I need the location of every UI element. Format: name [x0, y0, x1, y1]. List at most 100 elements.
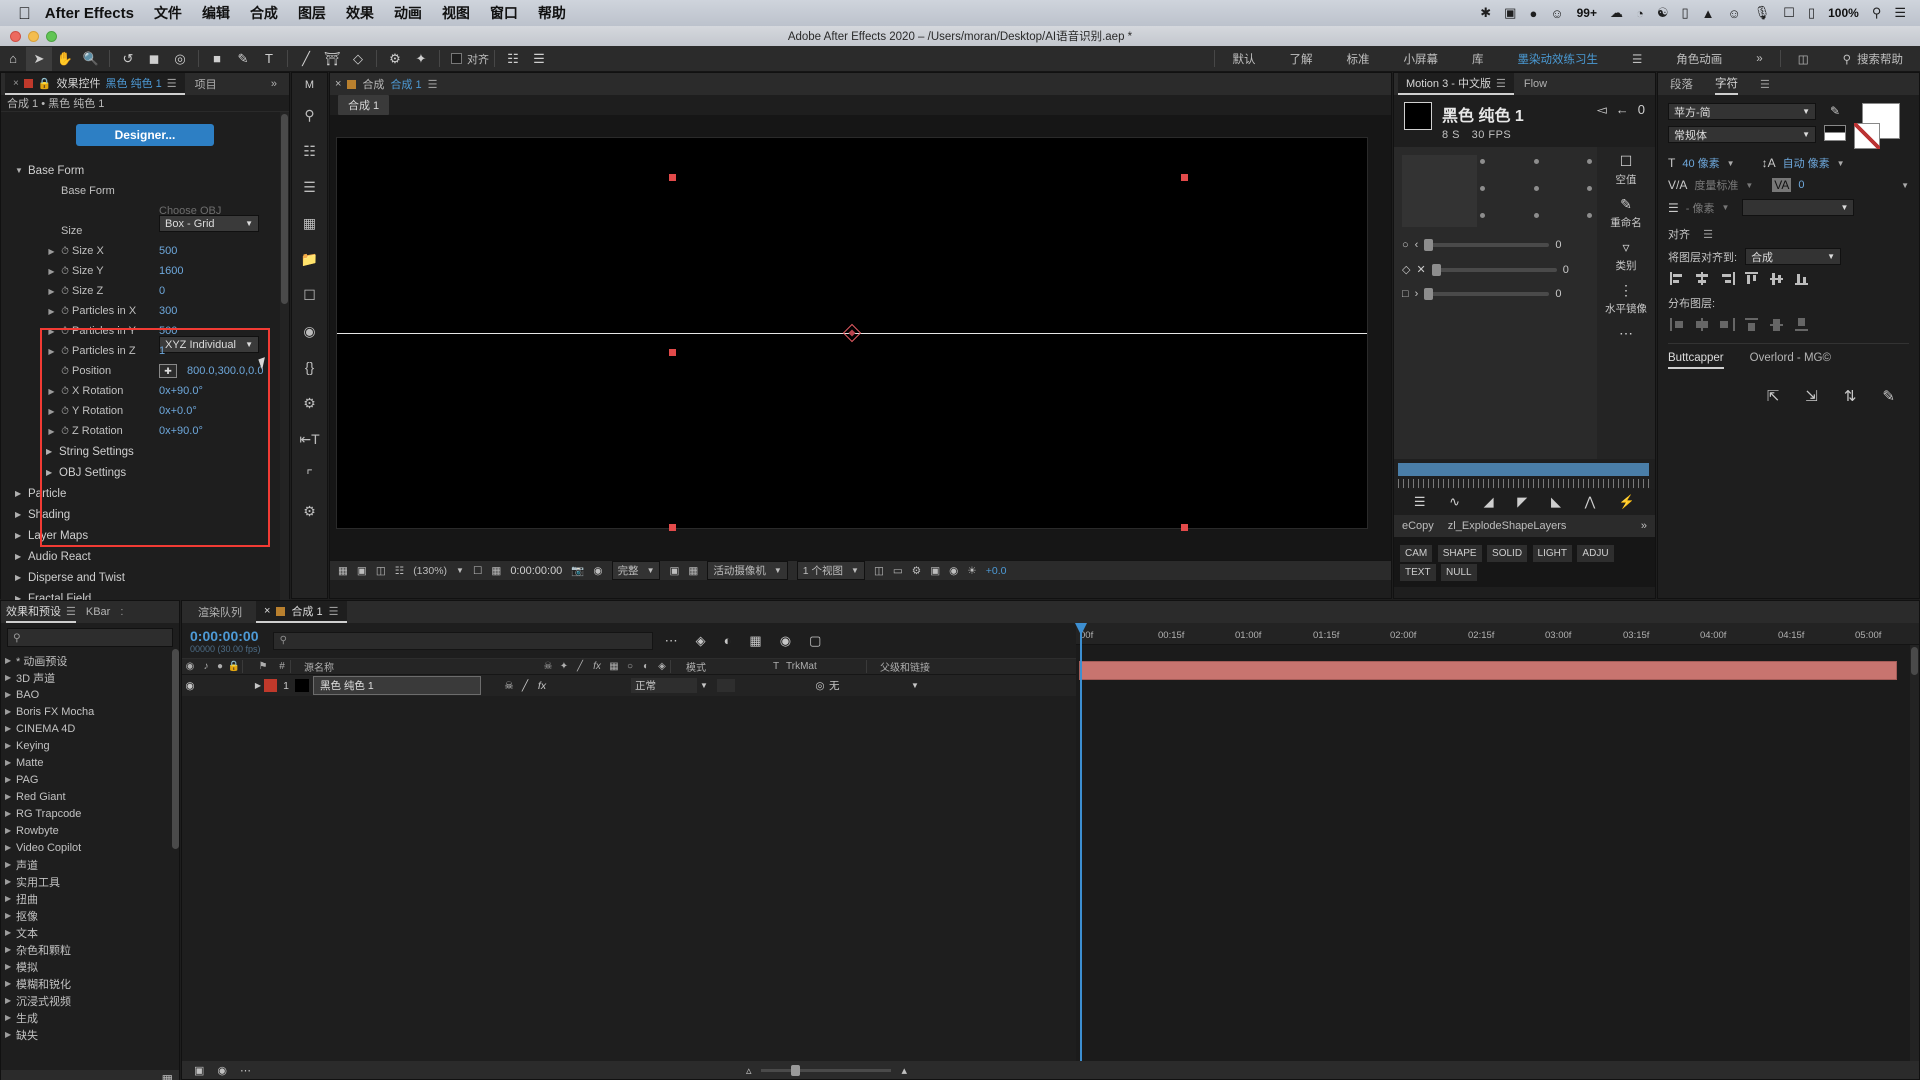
- list-item[interactable]: ▶ 沉浸式视频: [1, 992, 179, 1009]
- panel-menu-icon[interactable]: ☰: [1760, 78, 1770, 91]
- eye-icon[interactable]: ◉: [292, 313, 327, 349]
- clone-stamp-icon[interactable]: ⛩: [319, 47, 345, 71]
- param-row[interactable]: ▶ ⏱ Y Rotation 0x+0.0°: [1, 401, 289, 421]
- chevron-right-icon[interactable]: ▶: [5, 945, 16, 954]
- renderer-icon[interactable]: ▣: [930, 565, 940, 577]
- chevron-right-icon[interactable]: ▶: [5, 656, 16, 665]
- zoom-in-icon[interactable]: ▴: [901, 1064, 907, 1077]
- 3d-view-icon[interactable]: ◉: [949, 565, 958, 577]
- list-item[interactable]: ▶ 3D 声道: [1, 669, 179, 686]
- slider-row-1[interactable]: ○ ‹ 0: [1402, 239, 1591, 251]
- tab-kbar[interactable]: KBar: [86, 606, 110, 618]
- fx-icon[interactable]: fx: [588, 661, 606, 672]
- help-search[interactable]: ⚲ 搜索帮助: [1826, 46, 1920, 72]
- cloud-icon[interactable]: ☁: [1610, 5, 1623, 21]
- motion3-timing-strip[interactable]: [1394, 459, 1655, 489]
- stopwatch-icon[interactable]: ⏱: [58, 366, 72, 377]
- exposure-value[interactable]: +0.0: [986, 565, 1007, 577]
- list-item[interactable]: ▶ 杂色和颗粒: [1, 941, 179, 958]
- audio-icon[interactable]: ♪: [198, 661, 214, 672]
- graph-editor-icon[interactable]: ⋯: [665, 633, 678, 649]
- align-bottom-icon[interactable]: [1795, 272, 1810, 285]
- workspace-standard[interactable]: 标准: [1329, 46, 1386, 72]
- workspace-overflow[interactable]: »: [1739, 46, 1779, 72]
- timeline-ruler[interactable]: 00f 00:15f 01:00f 01:15f 02:00f 02:15f 0…: [1076, 623, 1919, 645]
- bolt-icon[interactable]: ⚡: [1619, 494, 1635, 510]
- wechat-icon[interactable]: ☺: [1550, 6, 1563, 21]
- menu-file[interactable]: 文件: [154, 3, 182, 23]
- screen-record-icon[interactable]: ▣: [1504, 5, 1516, 21]
- align-center-h-icon[interactable]: [1695, 272, 1710, 285]
- tool-category[interactable]: ▿ 类别: [1616, 239, 1637, 273]
- list-item[interactable]: ▶ Matte: [1, 754, 179, 771]
- workspace-learn[interactable]: 了解: [1272, 46, 1329, 72]
- chevron-right-icon[interactable]: ▶: [5, 1013, 16, 1022]
- frame-blend-icon[interactable]: ▦: [606, 661, 622, 672]
- 3d-icon[interactable]: ◈: [654, 661, 670, 672]
- menu-window[interactable]: 窗口: [490, 3, 518, 23]
- script-ecopy[interactable]: eCopy: [1402, 520, 1434, 532]
- path-import-icon[interactable]: ⇲: [1805, 387, 1818, 405]
- toggle-switches-icon[interactable]: ▣: [194, 1064, 204, 1077]
- mask-icon[interactable]: ▣: [357, 565, 367, 577]
- 3d-renderer-icon[interactable]: ◈: [696, 633, 706, 649]
- section-audio-react[interactable]: ▶ Audio React: [1, 546, 289, 567]
- button-cam[interactable]: CAM: [1400, 545, 1433, 562]
- shape-rect-icon[interactable]: ■: [204, 47, 230, 71]
- menu-app-name[interactable]: After Effects: [45, 5, 134, 22]
- chevron-down-icon[interactable]: ▼: [1837, 159, 1845, 168]
- camera-view-dropdown[interactable]: 活动摄像机 ▼: [707, 561, 788, 580]
- pen-icon[interactable]: ✎: [230, 47, 256, 71]
- chevron-right-icon[interactable]: ▶: [5, 962, 16, 971]
- param-row[interactable]: ▶ ⏱ Size X 500: [1, 241, 289, 261]
- param-row-position[interactable]: ⏱ Position ✚ 800.0,300.0,0.0: [1, 361, 289, 381]
- chevron-right-icon[interactable]: ▶: [5, 894, 16, 903]
- zoom-level[interactable]: (130%): [413, 565, 447, 577]
- ruler-icon[interactable]: ◫: [376, 565, 386, 577]
- list-item[interactable]: ▶ * 动画预设: [1, 652, 179, 669]
- chevron-right-icon[interactable]: ▶: [45, 387, 58, 396]
- stopwatch-icon[interactable]: ⏱: [58, 386, 72, 397]
- smooth-icon[interactable]: ⋀: [1585, 494, 1596, 510]
- menu-effect[interactable]: 效果: [346, 3, 374, 23]
- chevron-right-icon[interactable]: ▶: [15, 489, 28, 498]
- grid-icon[interactable]: ▦: [491, 565, 501, 577]
- snapshot-icon[interactable]: 📷: [571, 564, 584, 577]
- motion-blur-icon[interactable]: ○: [622, 661, 638, 672]
- tool-more[interactable]: ⋯: [1619, 325, 1633, 342]
- pixel-aspect-icon[interactable]: ▭: [893, 565, 903, 577]
- chevron-right-icon[interactable]: ›: [1415, 288, 1419, 300]
- effects-presets-scrollbar[interactable]: [172, 649, 179, 849]
- channel-icon[interactable]: ◉: [593, 565, 602, 577]
- puppet-pin-icon[interactable]: ✦: [408, 47, 434, 71]
- param-value[interactable]: 0x+90.0°: [159, 385, 203, 397]
- panel-menu-icon[interactable]: ☰: [66, 605, 76, 618]
- chevron-right-icon[interactable]: ▶: [15, 573, 28, 582]
- chevron-right-icon[interactable]: ▶: [5, 826, 16, 835]
- chevron-right-icon[interactable]: ▶: [45, 407, 58, 416]
- chevron-right-icon[interactable]: ▶: [5, 690, 16, 699]
- type-icon[interactable]: T: [256, 47, 282, 71]
- tool-null-object[interactable]: ☐ 空值: [1616, 153, 1637, 187]
- chevron-right-icon[interactable]: ▶: [5, 979, 16, 988]
- chevron-right-icon[interactable]: ▶: [5, 843, 16, 852]
- tab-character[interactable]: 字符: [1715, 73, 1738, 95]
- workspace-character-animation[interactable]: 角色动画: [1659, 46, 1739, 72]
- chevron-right-icon[interactable]: ▶: [5, 860, 16, 869]
- composition-timecode[interactable]: 0:00:00:00: [510, 565, 562, 577]
- zoom-icon[interactable]: 🔍: [78, 47, 104, 71]
- window-controls[interactable]: [10, 26, 57, 46]
- distribute-left-icon[interactable]: [1670, 318, 1685, 331]
- layer-duration-bar[interactable]: [1079, 661, 1897, 680]
- timecode-icon[interactable]: ⚙: [912, 565, 921, 577]
- script-explodeshapelayers[interactable]: zl_ExplodeShapeLayers: [1448, 520, 1567, 532]
- group-obj-settings[interactable]: ▶ OBJ Settings: [1, 462, 289, 483]
- close-window-button[interactable]: [10, 30, 21, 42]
- close-icon[interactable]: ×: [13, 78, 19, 89]
- list-item[interactable]: ▶ 扭曲: [1, 890, 179, 907]
- distribute-right-icon[interactable]: [1720, 318, 1735, 331]
- draft-3d-icon[interactable]: ▢: [809, 633, 821, 649]
- layer-visibility-toggle[interactable]: ◉: [182, 680, 198, 692]
- zoom-out-icon[interactable]: ▵: [746, 1064, 752, 1077]
- minimize-window-button[interactable]: [28, 30, 39, 42]
